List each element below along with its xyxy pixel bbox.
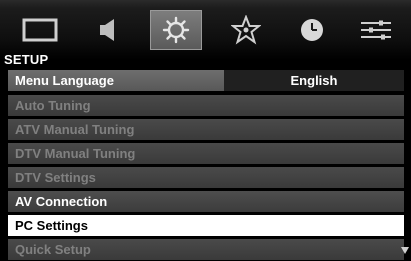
atv-manual-tuning-item[interactable]: ATV Manual Tuning [8,119,404,140]
scroll-down-arrow-icon [401,247,409,254]
menu-tab-bar [14,10,406,50]
setup-icon [162,16,190,44]
menu-title: SETUP [4,52,49,67]
menu-language-item[interactable]: Menu Language [8,70,224,91]
timer-icon [301,19,323,41]
quick-setup-item[interactable]: Quick Setup [8,239,404,260]
preferences-icon [231,15,261,45]
auto-tuning-item[interactable]: Auto Tuning [8,95,404,116]
preferences-tab[interactable] [220,10,272,50]
setup-menu-screen: SETUP Menu Language English Auto Tuning … [0,0,411,261]
menu-language-value[interactable]: English [224,70,404,91]
setup-tab[interactable] [150,10,202,50]
picture-icon [22,18,58,42]
options-icon [361,20,391,40]
options-tab[interactable] [350,10,402,50]
sound-tab[interactable] [82,10,134,50]
picture-tab[interactable] [14,10,66,50]
sound-icon [100,19,114,41]
av-connection-item[interactable]: AV Connection [8,191,404,212]
dtv-manual-tuning-item[interactable]: DTV Manual Tuning [8,143,404,164]
dtv-settings-item[interactable]: DTV Settings [8,167,404,188]
pc-settings-item[interactable]: PC Settings [8,215,404,236]
timer-tab[interactable] [286,10,338,50]
